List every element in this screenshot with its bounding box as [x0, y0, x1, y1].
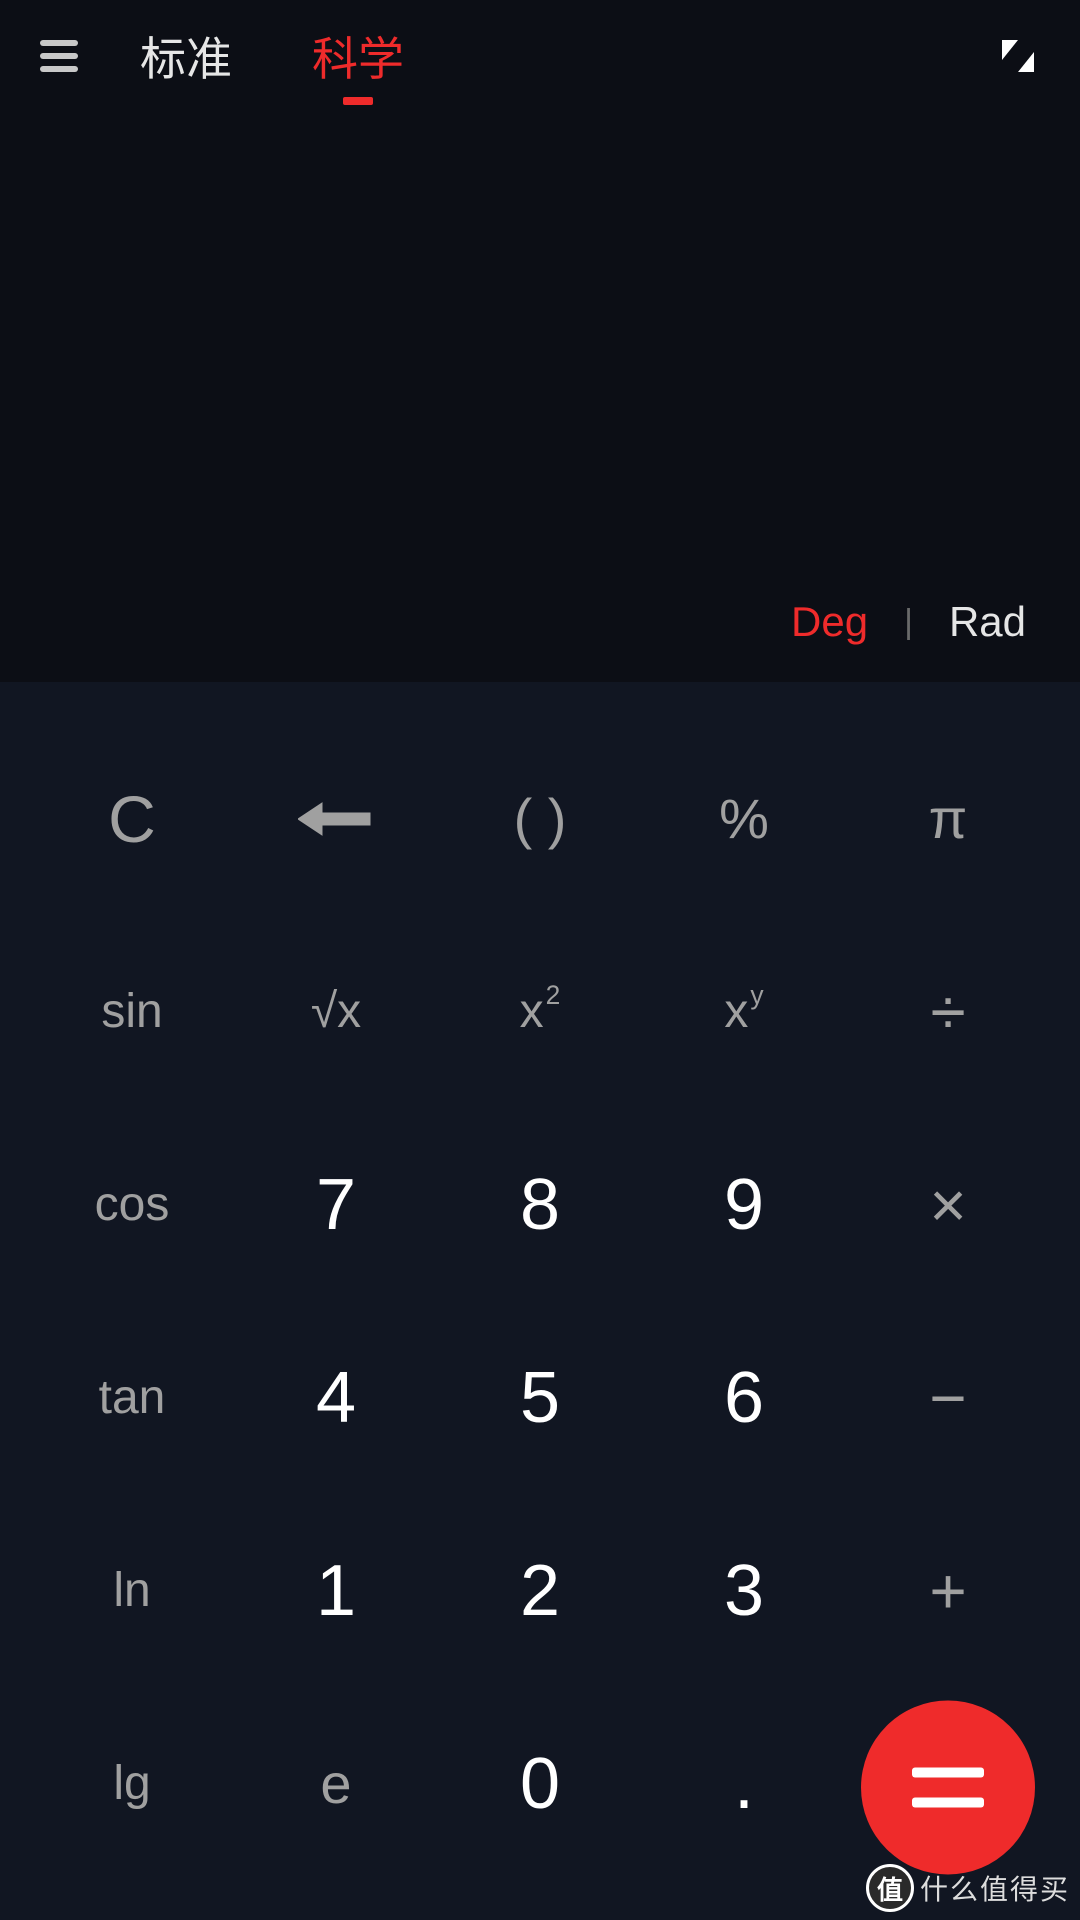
tab-scientific[interactable]: 科学 — [312, 17, 404, 95]
equals-icon — [906, 1759, 990, 1815]
square-base: x — [520, 984, 544, 1039]
digit-5-button[interactable]: 5 — [438, 1301, 642, 1494]
square-exp: 2 — [546, 980, 561, 1011]
watermark: 值 什么值得买 — [856, 1856, 1080, 1920]
percent-button[interactable]: % — [642, 722, 846, 915]
brand-icon — [996, 34, 1040, 78]
watermark-text: 什么值得买 — [920, 1868, 1070, 1908]
angle-separator: | — [904, 603, 913, 642]
angle-mode-toggle[interactable]: Deg | Rad — [791, 598, 1026, 646]
cos-button[interactable]: cos — [30, 1108, 234, 1301]
lg-button[interactable]: lg — [30, 1687, 234, 1880]
square-button[interactable]: x2 — [438, 915, 642, 1108]
tab-standard[interactable]: 标准 — [140, 17, 232, 95]
mode-tabs: 标准 科学 — [140, 17, 404, 95]
pi-button[interactable]: π — [846, 722, 1050, 915]
digit-6-button[interactable]: 6 — [642, 1301, 846, 1494]
clear-button[interactable]: C — [30, 722, 234, 915]
e-button[interactable]: e — [234, 1687, 438, 1880]
calculator-app: 标准 科学 Deg | Rad C ( ) % π — [0, 0, 1080, 1920]
plus-button[interactable]: + — [846, 1494, 1050, 1687]
power-exp: y — [750, 980, 763, 1011]
power-base: x — [724, 984, 748, 1039]
minus-button[interactable]: − — [846, 1301, 1050, 1494]
digit-7-button[interactable]: 7 — [234, 1108, 438, 1301]
power-button[interactable]: xy — [642, 915, 846, 1108]
multiply-button[interactable]: × — [846, 1108, 1050, 1301]
equals-button[interactable] — [861, 1700, 1035, 1874]
menu-icon[interactable] — [40, 36, 80, 76]
tan-button[interactable]: tan — [30, 1301, 234, 1494]
backspace-button[interactable] — [234, 722, 438, 915]
digit-3-button[interactable]: 3 — [642, 1494, 846, 1687]
decimal-button[interactable]: . — [642, 1687, 846, 1880]
digit-8-button[interactable]: 8 — [438, 1108, 642, 1301]
display-area: Deg | Rad — [0, 112, 1080, 682]
divide-button[interactable]: ÷ — [846, 915, 1050, 1108]
header: 标准 科学 — [0, 0, 1080, 112]
digit-0-button[interactable]: 0 — [438, 1687, 642, 1880]
ln-button[interactable]: ln — [30, 1494, 234, 1687]
equals-cell — [846, 1687, 1050, 1880]
sin-button[interactable]: sin — [30, 915, 234, 1108]
keypad: C ( ) % π sin √x x2 xy ÷ cos 7 8 9 × tan… — [0, 682, 1080, 1920]
digit-4-button[interactable]: 4 — [234, 1301, 438, 1494]
angle-deg[interactable]: Deg — [791, 598, 868, 646]
digit-2-button[interactable]: 2 — [438, 1494, 642, 1687]
watermark-badge: 值 — [866, 1864, 914, 1912]
backspace-icon — [298, 799, 374, 839]
digit-1-button[interactable]: 1 — [234, 1494, 438, 1687]
digit-9-button[interactable]: 9 — [642, 1108, 846, 1301]
parentheses-button[interactable]: ( ) — [438, 722, 642, 915]
angle-rad[interactable]: Rad — [949, 598, 1026, 646]
sqrt-button[interactable]: √x — [234, 915, 438, 1108]
